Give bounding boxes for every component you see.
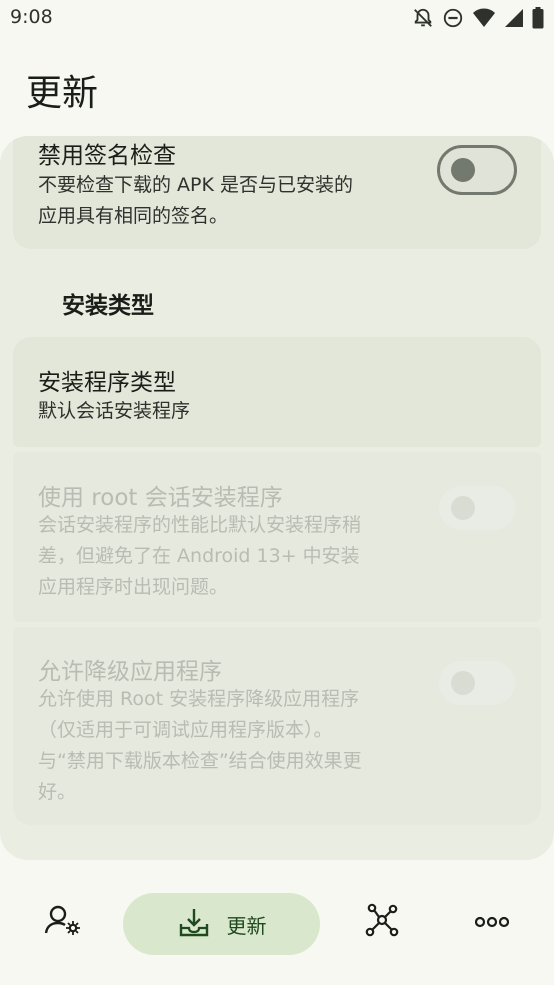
- nav-item-more[interactable]: [464, 894, 520, 950]
- notifications-off-icon: [412, 7, 434, 29]
- cellular-signal-icon: [504, 8, 524, 28]
- pref-subtitle: 应用具有相同的签名。: [38, 205, 229, 227]
- page-title: 更新: [26, 73, 99, 114]
- screen: 9:08 更新 禁用签名检查 不要检查下载的 APK 是否与已安装的 应用具有相…: [0, 0, 554, 985]
- nav-label-updates: 更新: [226, 913, 267, 938]
- pref-installer-type[interactable]: 安装程序类型 默认会话安装程序: [13, 337, 541, 447]
- pref-title: 安装程序类型: [38, 370, 176, 396]
- pref-title: 允许降级应用程序: [38, 659, 222, 685]
- pref-root-session-installer: 使用 root 会话安装程序 会话安装程序的性能比默认安装程序稍 差，但避免了在…: [13, 452, 541, 622]
- root-session-switch: [439, 486, 515, 530]
- pref-subtitle: 与“禁用下载版本检查”结合使用效果更: [38, 750, 362, 772]
- settings-group-card: 禁用签名检查 不要检查下载的 APK 是否与已安装的 应用具有相同的签名。 安装…: [0, 136, 554, 860]
- nav-item-updates[interactable]: 更新: [123, 893, 320, 955]
- switch-thumb: [451, 496, 475, 520]
- battery-icon: [532, 7, 544, 29]
- status-icons: [412, 7, 544, 29]
- pref-allow-downgrade: 允许降级应用程序 允许使用 Root 安装程序降级应用程序 （仅适用于可调试应用…: [13, 627, 541, 825]
- pref-subtitle: 允许使用 Root 安装程序降级应用程序: [38, 688, 360, 710]
- pref-value: 默认会话安装程序: [38, 400, 191, 422]
- pref-subtitle: 应用程序时出现问题。: [38, 576, 229, 598]
- section-header-install-type: 安装类型: [62, 293, 154, 319]
- nav-item-network[interactable]: [354, 894, 410, 950]
- pref-subtitle: 不要检查下载的 APK 是否与已安装的: [38, 174, 353, 196]
- download-tray-icon: [177, 906, 211, 942]
- status-time: 9:08: [10, 6, 53, 28]
- more-horizontal-icon: [474, 913, 510, 932]
- pref-disable-signature-check[interactable]: 禁用签名检查 不要检查下载的 APK 是否与已安装的 应用具有相同的签名。: [13, 136, 541, 249]
- nav-item-account[interactable]: [34, 894, 90, 950]
- do-not-disturb-icon: [442, 7, 464, 29]
- account-settings-icon: [44, 904, 80, 940]
- pref-title: 禁用签名检查: [38, 143, 176, 169]
- bottom-navigation: 更新: [0, 870, 554, 985]
- pref-title: 使用 root 会话安装程序: [38, 485, 283, 511]
- allow-downgrade-switch: [439, 661, 515, 705]
- switch-thumb: [451, 671, 475, 695]
- switch-thumb: [451, 158, 475, 182]
- pref-subtitle: 会话安装程序的性能比默认安装程序稍: [38, 514, 362, 536]
- network-graph-icon: [365, 903, 399, 941]
- pref-subtitle: （仅适用于可调试应用程序版本）。: [38, 719, 333, 741]
- disable-signature-switch[interactable]: [437, 145, 517, 195]
- status-bar: 9:08: [0, 0, 554, 38]
- pref-subtitle: 差，但避免了在 Android 13+ 中安装: [38, 545, 360, 567]
- wifi-icon: [472, 7, 496, 29]
- pref-subtitle: 好。: [38, 781, 77, 803]
